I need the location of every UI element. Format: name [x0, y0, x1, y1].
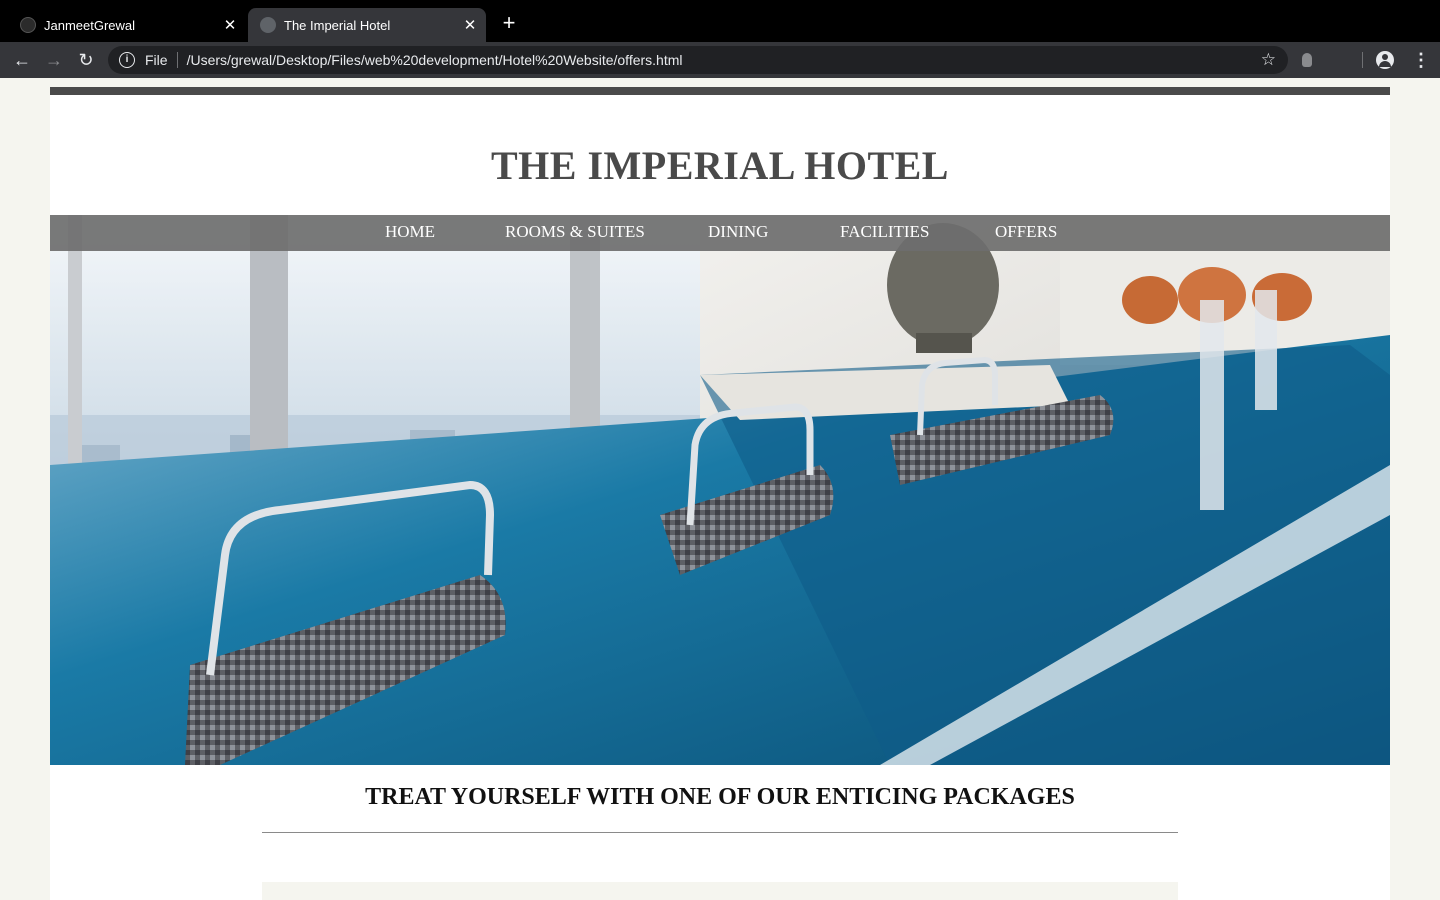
nav-offers[interactable]: OFFERS [995, 222, 1057, 242]
close-icon[interactable]: ✕ [458, 16, 482, 34]
close-icon[interactable]: ✕ [218, 16, 242, 34]
toolbar-divider [1362, 52, 1363, 68]
extension-icon[interactable] [1302, 53, 1312, 67]
browser-tab-strip: JanmeetGrewal ✕ The Imperial Hotel ✕ + [0, 0, 1440, 42]
address-bar[interactable]: i File /Users/grewal/Desktop/Files/web%2… [108, 46, 1288, 74]
main-nav: HOME ROOMS & SUITES DINING FACILITIES OF… [50, 215, 1390, 251]
address-separator [176, 52, 178, 68]
plus-icon[interactable]: + [496, 10, 522, 36]
offers-heading: TREAT YOURSELF WITH ONE OF OUR ENTICING … [365, 784, 1075, 810]
forward-arrow-icon[interactable]: → [42, 48, 66, 72]
nav-dining[interactable]: DINING [708, 222, 768, 242]
hotel-page: THE IMPERIAL HOTEL HOME ROOMS & SUITES D… [50, 87, 1390, 900]
hero-image [50, 215, 1390, 765]
globe-icon [260, 17, 276, 33]
bookmark-star-icon[interactable]: ☆ [1261, 50, 1276, 70]
page-top-bar [50, 87, 1390, 95]
nav-rooms-suites[interactable]: ROOMS & SUITES [505, 222, 645, 242]
nav-facilities[interactable]: FACILITIES [840, 222, 929, 242]
more-menu-icon[interactable]: ⋮ [1412, 49, 1430, 71]
url-scheme: File [145, 52, 168, 68]
site-title: THE IMPERIAL HOTEL [491, 143, 949, 188]
back-arrow-icon[interactable]: ← [10, 48, 34, 72]
tab-title: JanmeetGrewal [44, 17, 136, 33]
heading-divider [262, 832, 1178, 833]
github-icon [20, 17, 36, 33]
offer-card [262, 882, 1178, 900]
reload-icon[interactable]: ↻ [74, 48, 98, 72]
tab-title: The Imperial Hotel [284, 17, 391, 33]
nav-home[interactable]: HOME [385, 222, 435, 242]
browser-toolbar: ← → ↻ i File /Users/grewal/Desktop/Files… [0, 42, 1440, 78]
profile-avatar-icon[interactable] [1376, 51, 1394, 69]
browser-tab-imperial-hotel[interactable]: The Imperial Hotel ✕ [248, 8, 486, 42]
browser-tab-janmeetgrewal[interactable]: JanmeetGrewal ✕ [8, 8, 246, 42]
info-icon[interactable]: i [119, 52, 135, 68]
url-text[interactable]: /Users/grewal/Desktop/Files/web%20develo… [187, 52, 683, 68]
